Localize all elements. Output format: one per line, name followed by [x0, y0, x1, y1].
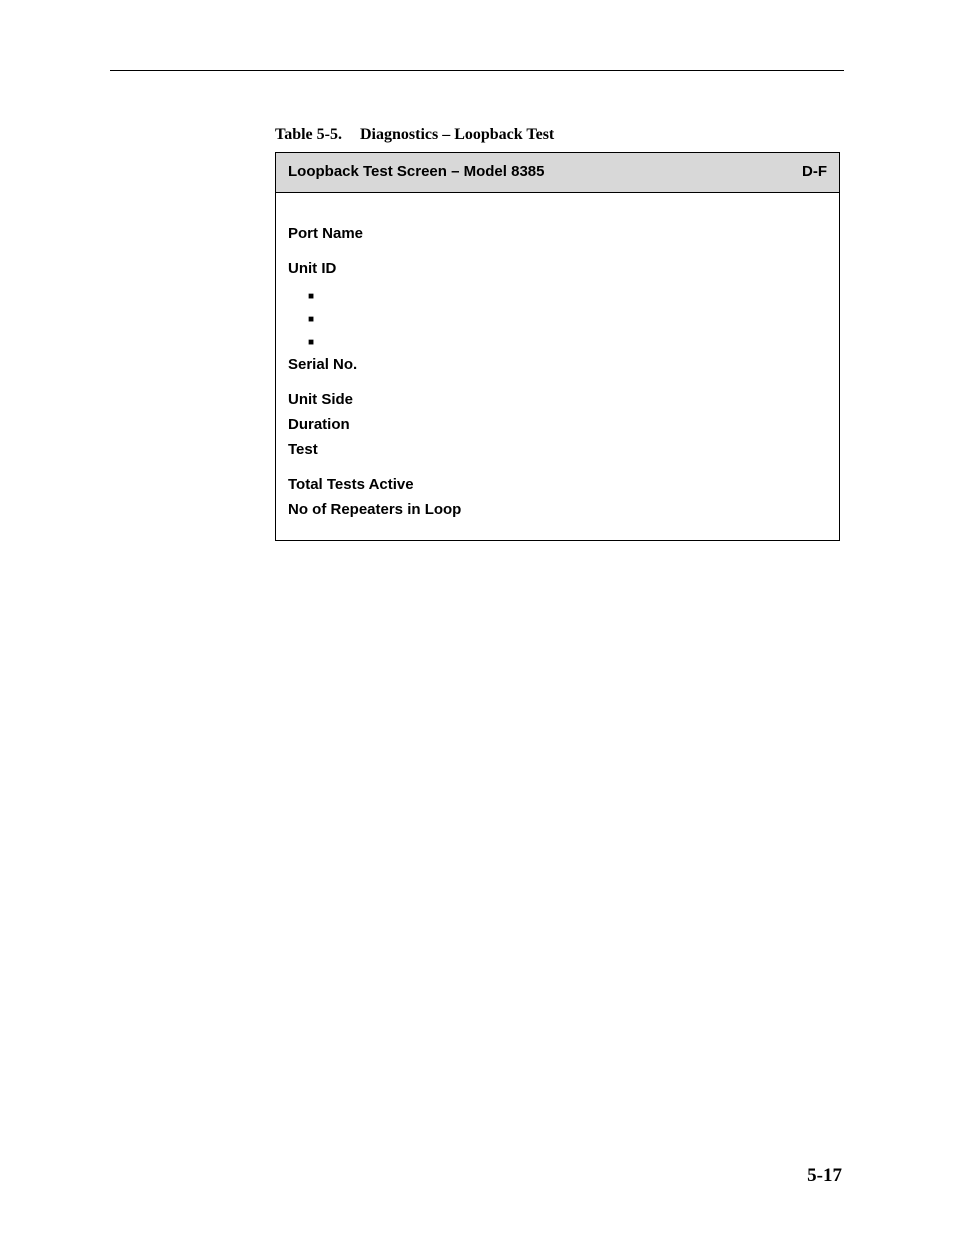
table-caption: Table 5-5. Diagnostics – Loopback Test	[275, 126, 840, 144]
field-unit-id: Unit ID	[288, 260, 827, 277]
document-page: Table 5-5. Diagnostics – Loopback Test Lo…	[0, 0, 954, 1235]
table-body: Port Name Unit ID Serial No. Unit Side D…	[276, 193, 839, 540]
field-duration: Duration	[288, 416, 827, 433]
table-header-title: Loopback Test Screen – Model 8385	[288, 163, 544, 180]
caption-number: Table 5-5.	[275, 126, 342, 143]
field-port-name: Port Name	[288, 225, 827, 242]
table-container: Loopback Test Screen – Model 8385 D-F Po…	[275, 152, 840, 541]
top-divider	[110, 70, 844, 71]
caption-title: Diagnostics – Loopback Test	[360, 126, 554, 143]
table-header-row: Loopback Test Screen – Model 8385 D-F	[276, 153, 839, 193]
field-total-tests-active: Total Tests Active	[288, 476, 827, 493]
bullet-item	[308, 333, 827, 348]
page-number: 5-17	[807, 1165, 842, 1187]
unit-id-bullets	[288, 287, 827, 348]
field-unit-side: Unit Side	[288, 391, 827, 408]
bullet-item	[308, 287, 827, 302]
bullet-item	[308, 310, 827, 325]
content-area: Table 5-5. Diagnostics – Loopback Test Lo…	[275, 126, 840, 541]
table-header-right: D-F	[802, 163, 827, 180]
field-no-of-repeaters: No of Repeaters in Loop	[288, 501, 827, 518]
field-serial-no: Serial No.	[288, 356, 827, 373]
field-test: Test	[288, 441, 827, 458]
